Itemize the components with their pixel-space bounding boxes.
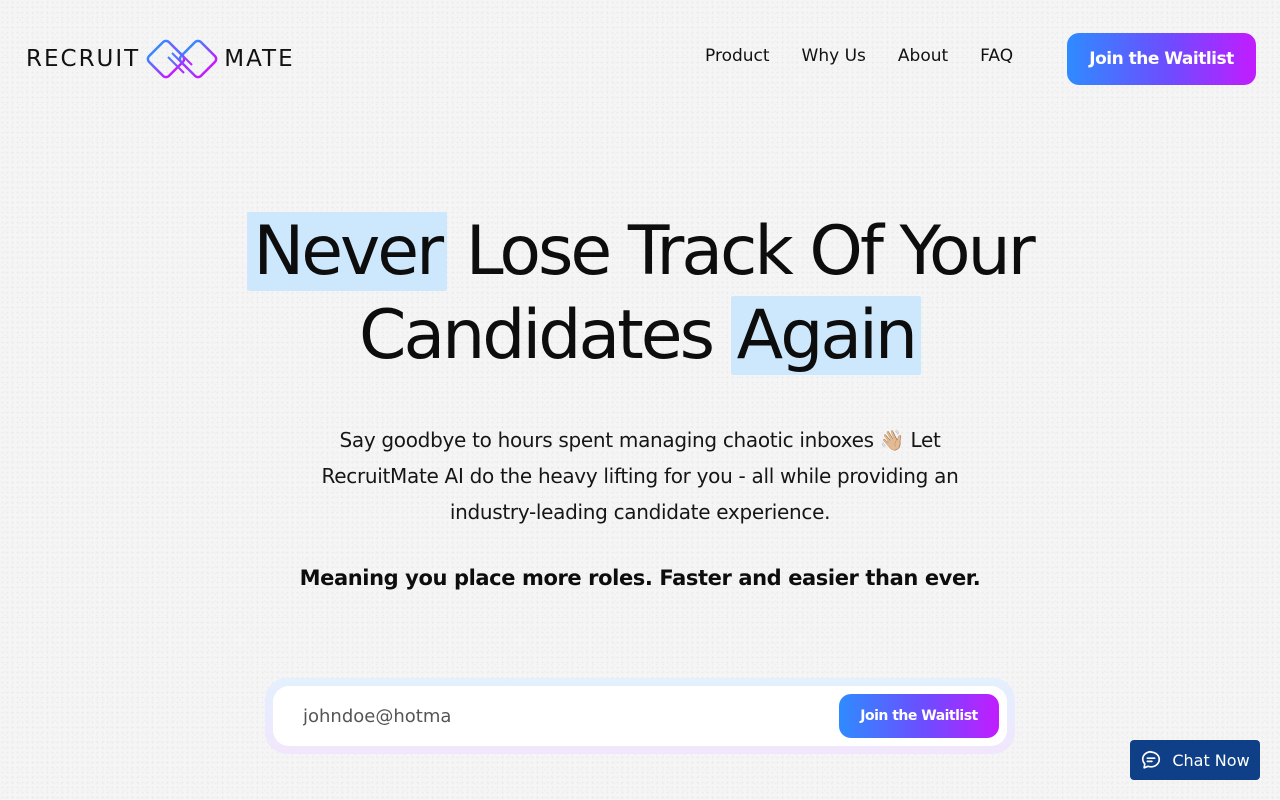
nav-item-why-us[interactable]: Why Us — [802, 46, 866, 66]
main-nav: Product Why Us About FAQ — [705, 46, 1013, 66]
logo-text-mate: MATE — [224, 46, 295, 72]
hero-title-middle: Lose Track Of Your — [465, 212, 1036, 291]
join-waitlist-form-button[interactable]: Join the Waitlist — [839, 694, 999, 738]
waitlist-form-body: Join the Waitlist — [273, 686, 1007, 746]
logo-text-recruit: RECRUIT — [26, 46, 141, 72]
hero-title-highlight-never: Never — [247, 212, 448, 291]
site-header: RECRUIT MATE Product Why Us About FAQ Jo… — [0, 0, 1280, 118]
hero-tagline: Meaning you place more roles. Faster and… — [299, 566, 981, 590]
waitlist-form: Join the Waitlist — [265, 678, 1015, 754]
join-waitlist-header-button[interactable]: Join the Waitlist — [1067, 33, 1256, 85]
nav-item-about[interactable]: About — [898, 46, 948, 66]
chat-now-button[interactable]: Chat Now — [1130, 740, 1260, 780]
hero-title: Never Lose Track Of Your Candidates Agai… — [0, 210, 1280, 378]
email-input[interactable] — [303, 700, 803, 732]
hero-title-candidates: Candidates — [358, 296, 715, 375]
interlocked-squares-logo-icon — [146, 39, 218, 79]
hero-title-highlight-again: Again — [730, 296, 922, 375]
brand-logo[interactable]: RECRUIT MATE — [26, 33, 295, 85]
chat-bubble-icon — [1142, 750, 1161, 769]
nav-item-product[interactable]: Product — [705, 46, 770, 66]
hero-subtitle: Say goodbye to hours spent managing chao… — [321, 428, 959, 524]
nav-item-faq[interactable]: FAQ — [980, 46, 1013, 66]
chat-now-label: Chat Now — [1172, 750, 1250, 770]
